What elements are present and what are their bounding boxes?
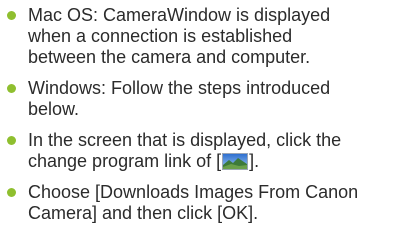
text-line: Camera] and then click [OK]. xyxy=(28,203,259,223)
list-item-windows: Windows: Follow the steps introduced bel… xyxy=(0,78,330,120)
list-item-mac-os: Mac OS: CameraWindow is displayed when a… xyxy=(0,5,330,68)
text-fragment: ]. xyxy=(249,151,260,171)
instruction-page: Mac OS: CameraWindow is displayed when a… xyxy=(0,0,401,240)
list-item-change-program: In the screen that is displayed, click t… xyxy=(0,130,341,172)
change-program-icon xyxy=(222,153,249,170)
text-line: Windows: Follow the steps introduced xyxy=(28,78,331,98)
text-line: between the camera and computer. xyxy=(28,47,311,67)
bullet-dot xyxy=(7,188,16,197)
text-line: below. xyxy=(28,99,80,119)
list-item-choose-downloads: Choose [Downloads Images From Canon Came… xyxy=(0,182,358,224)
bullet-dot xyxy=(7,136,16,145)
text-line: Choose [Downloads Images From Canon xyxy=(28,182,359,202)
text-line: In the screen that is displayed, click t… xyxy=(28,130,342,150)
bullet-dot xyxy=(7,84,16,93)
text-line: Mac OS: CameraWindow is displayed xyxy=(28,5,331,25)
text-line: when a connection is established xyxy=(28,26,293,46)
bullet-dot xyxy=(7,11,16,20)
text-line-with-icon: change program link of [ ]. xyxy=(28,151,341,172)
text-fragment: change program link of [ xyxy=(28,151,222,171)
